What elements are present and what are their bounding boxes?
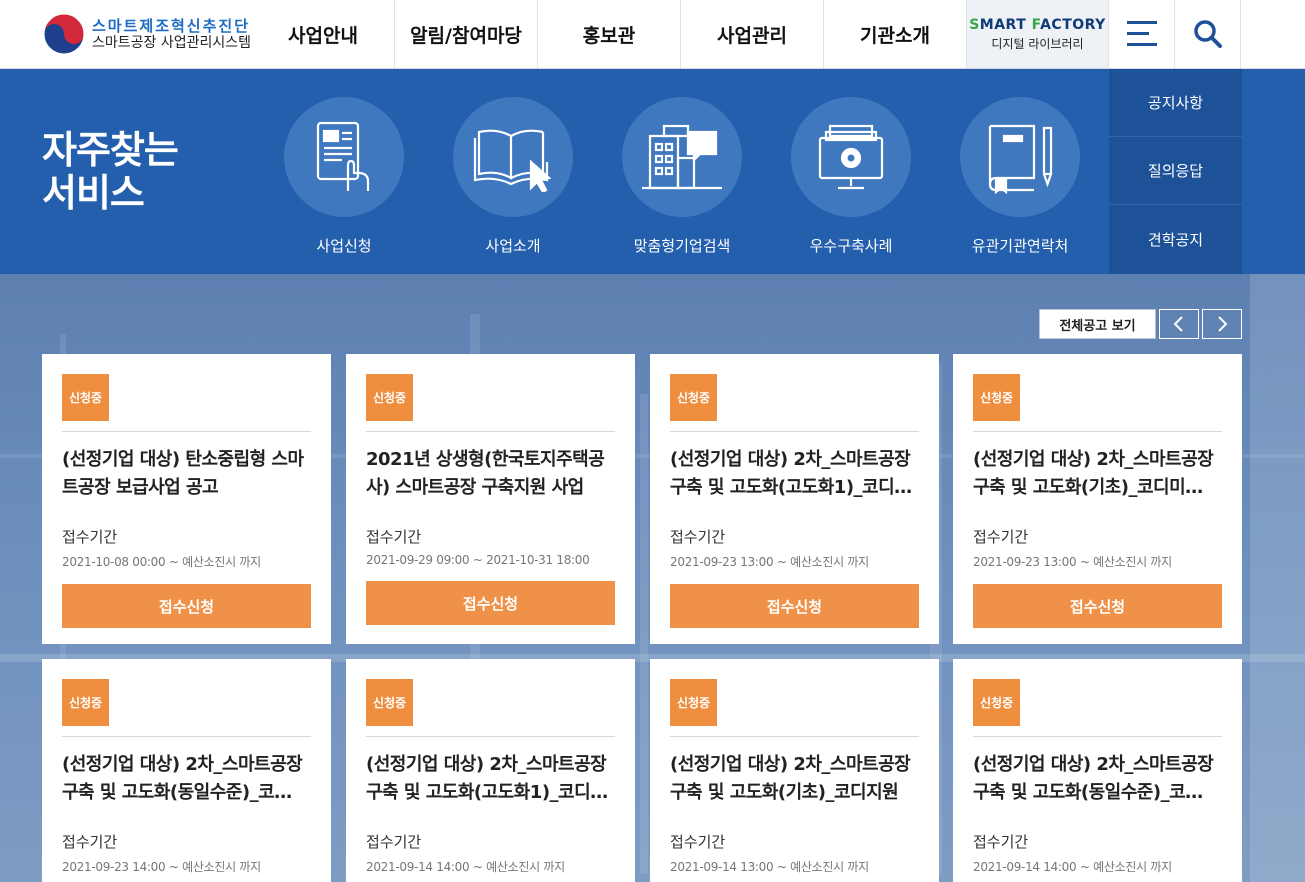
notebook-pen-icon	[960, 97, 1080, 217]
notice-card[interactable]: 신청중 (선정기업 대상) 2차_스마트공장 구축 및 고도화(동일수준)_코……	[42, 659, 331, 882]
status-badge: 신청중	[670, 374, 717, 421]
notice-card[interactable]: 신청중 (선정기업 대상) 탄소중립형 스마트공장 보급사업 공고 접수기간 2…	[42, 354, 331, 644]
status-badge: 신청중	[62, 679, 109, 726]
site-header: 스마트제조혁신추진단 스마트공장 사업관리시스템 사업안내 알림/참여마당 홍보…	[0, 0, 1305, 69]
next-button[interactable]	[1202, 309, 1242, 339]
service-label: 우수구축사례	[809, 237, 893, 255]
divider	[973, 736, 1222, 737]
period-value: 2021-09-23 13:00 ~ 예산소진시 까지	[670, 555, 869, 569]
divider	[973, 431, 1222, 432]
logo-line2: 스마트공장 사업관리시스템	[92, 34, 252, 51]
main-nav: 사업안내 알림/참여마당 홍보관 사업관리 기관소개	[252, 0, 967, 68]
tablet-touch-icon	[284, 97, 404, 217]
service-business-intro[interactable]: 사업소개	[428, 97, 598, 256]
search-button[interactable]	[1175, 0, 1241, 68]
service-label: 사업신청	[316, 237, 372, 255]
period-label: 접수기간	[62, 528, 118, 546]
apply-button[interactable]: 접수신청	[366, 581, 615, 625]
nav-pr-hall[interactable]: 홍보관	[538, 0, 681, 68]
status-badge: 신청중	[670, 679, 717, 726]
period-value: 2021-09-23 13:00 ~ 예산소진시 까지	[973, 555, 1172, 569]
notice-title[interactable]: (선정기업 대상) 2차_스마트공장 구축 및 고도화(고도화1)_코디…	[670, 446, 919, 502]
service-related-agencies[interactable]: 유관기관연락처	[935, 97, 1105, 256]
divider	[62, 736, 311, 737]
status-badge: 신청중	[973, 374, 1020, 421]
period-value: 2021-09-14 14:00 ~ 예산소진시 까지	[366, 860, 565, 874]
notice-card[interactable]: 신청중 2021년 상생형(한국토지주택공사) 스마트공장 구축지원 사업 접수…	[346, 354, 635, 644]
period-label: 접수기간	[973, 528, 1029, 546]
status-badge: 신청중	[973, 679, 1020, 726]
status-badge: 신청중	[366, 374, 413, 421]
notice-card[interactable]: 신청중 (선정기업 대상) 2차_스마트공장 구축 및 고도화(동일수준)_코……	[953, 659, 1242, 882]
logo-line1: 스마트제조혁신추진단	[92, 16, 251, 35]
quick-link-qna[interactable]: 질의응답	[1109, 137, 1242, 205]
apply-button[interactable]: 접수신청	[973, 584, 1222, 628]
prev-button[interactable]	[1159, 309, 1199, 339]
period-value: 2021-09-14 14:00 ~ 예산소진시 까지	[973, 860, 1172, 874]
frequent-services-band: 자주찾는 서비스 사업신청 사업소개 맞춤형기업검색 우수구축사례 유관기관연락…	[0, 69, 1305, 274]
apply-button[interactable]: 접수신청	[62, 584, 311, 628]
nav-about[interactable]: 기관소개	[824, 0, 967, 68]
status-badge: 신청중	[62, 374, 109, 421]
nav-business-info[interactable]: 사업안내	[252, 0, 395, 68]
quick-link-tour-notice[interactable]: 견학공지	[1109, 205, 1242, 273]
period-label: 접수기간	[366, 833, 422, 851]
service-label: 사업소개	[485, 237, 541, 255]
period-label: 접수기간	[366, 528, 422, 546]
period-value: 2021-09-14 13:00 ~ 예산소진시 까지	[670, 860, 869, 874]
nav-notice-participation[interactable]: 알림/참여마당	[395, 0, 538, 68]
notice-card[interactable]: 신청중 (선정기업 대상) 2차_스마트공장 구축 및 고도화(기초)_코디지원…	[650, 659, 939, 882]
frequent-services-title: 자주찾는 서비스	[42, 128, 179, 215]
service-business-application[interactable]: 사업신청	[259, 97, 429, 256]
site-logo[interactable]: 스마트제조혁신추진단 스마트공장 사업관리시스템	[42, 10, 272, 58]
period-label: 접수기간	[973, 833, 1029, 851]
view-all-notices-button[interactable]: 전체공고 보기	[1039, 309, 1156, 339]
service-custom-company-search[interactable]: 맞춤형기업검색	[597, 97, 767, 256]
divider	[670, 736, 919, 737]
period-value: 2021-10-08 00:00 ~ 예산소진시 까지	[62, 555, 261, 569]
divider	[366, 431, 615, 432]
quick-link-notices[interactable]: 공지사항	[1109, 69, 1242, 137]
notice-title[interactable]: (선정기업 대상) 2차_스마트공장 구축 및 고도화(기초)_코디미…	[973, 446, 1222, 502]
divider	[62, 431, 311, 432]
period-label: 접수기간	[670, 528, 726, 546]
divider	[366, 736, 615, 737]
period-label: 접수기간	[670, 833, 726, 851]
hamburger-icon	[1126, 21, 1157, 46]
nav-business-management[interactable]: 사업관리	[681, 0, 824, 68]
notice-title[interactable]: (선정기업 대상) 탄소중립형 스마트공장 보급사업 공고	[62, 446, 311, 502]
building-chat-icon	[622, 97, 742, 217]
notice-card[interactable]: 신청중 (선정기업 대상) 2차_스마트공장 구축 및 고도화(고도화1)_코디…	[650, 354, 939, 644]
notice-title[interactable]: (선정기업 대상) 2차_스마트공장 구축 및 고도화(동일수준)_코…	[62, 751, 311, 807]
quick-links-panel: 공지사항 질의응답 견학공지	[1109, 69, 1242, 274]
smart-factory-title: SMART FACTORY	[969, 16, 1106, 33]
notice-card[interactable]: 신청중 (선정기업 대상) 2차_스마트공장 구축 및 고도화(고도화1)_코디…	[346, 659, 635, 882]
service-best-practices[interactable]: 우수구축사례	[766, 97, 936, 256]
notice-title[interactable]: (선정기업 대상) 2차_스마트공장 구축 및 고도화(기초)_코디지원	[670, 751, 919, 807]
search-icon	[1193, 20, 1222, 48]
apply-button[interactable]: 접수신청	[670, 584, 919, 628]
notice-title[interactable]: (선정기업 대상) 2차_스마트공장 구축 및 고도화(동일수준)_코…	[973, 751, 1222, 807]
notice-title[interactable]: (선정기업 대상) 2차_스마트공장 구축 및 고도화(고도화1)_코디…	[366, 751, 615, 807]
smart-factory-library-link[interactable]: SMART FACTORY 디지털 라이브러리	[967, 0, 1109, 68]
smart-factory-subtitle: 디지털 라이브러리	[991, 36, 1084, 51]
open-book-icon	[453, 97, 573, 217]
chevron-right-icon	[1218, 316, 1228, 332]
period-value: 2021-09-29 09:00 ~ 2021-10-31 18:00	[366, 553, 590, 567]
notice-card[interactable]: 신청중 (선정기업 대상) 2차_스마트공장 구축 및 고도화(기초)_코디미……	[953, 354, 1242, 644]
menu-button[interactable]	[1109, 0, 1175, 68]
service-label: 유관기관연락처	[971, 237, 1069, 255]
period-value: 2021-09-23 14:00 ~ 예산소진시 까지	[62, 860, 261, 874]
status-badge: 신청중	[366, 679, 413, 726]
taegeuk-logo-icon	[43, 13, 85, 55]
notice-title[interactable]: 2021년 상생형(한국토지주택공사) 스마트공장 구축지원 사업	[366, 446, 615, 502]
period-label: 접수기간	[62, 833, 118, 851]
monitor-gear-icon	[791, 97, 911, 217]
chevron-left-icon	[1173, 316, 1183, 332]
service-label: 맞춤형기업검색	[633, 237, 731, 255]
divider	[670, 431, 919, 432]
